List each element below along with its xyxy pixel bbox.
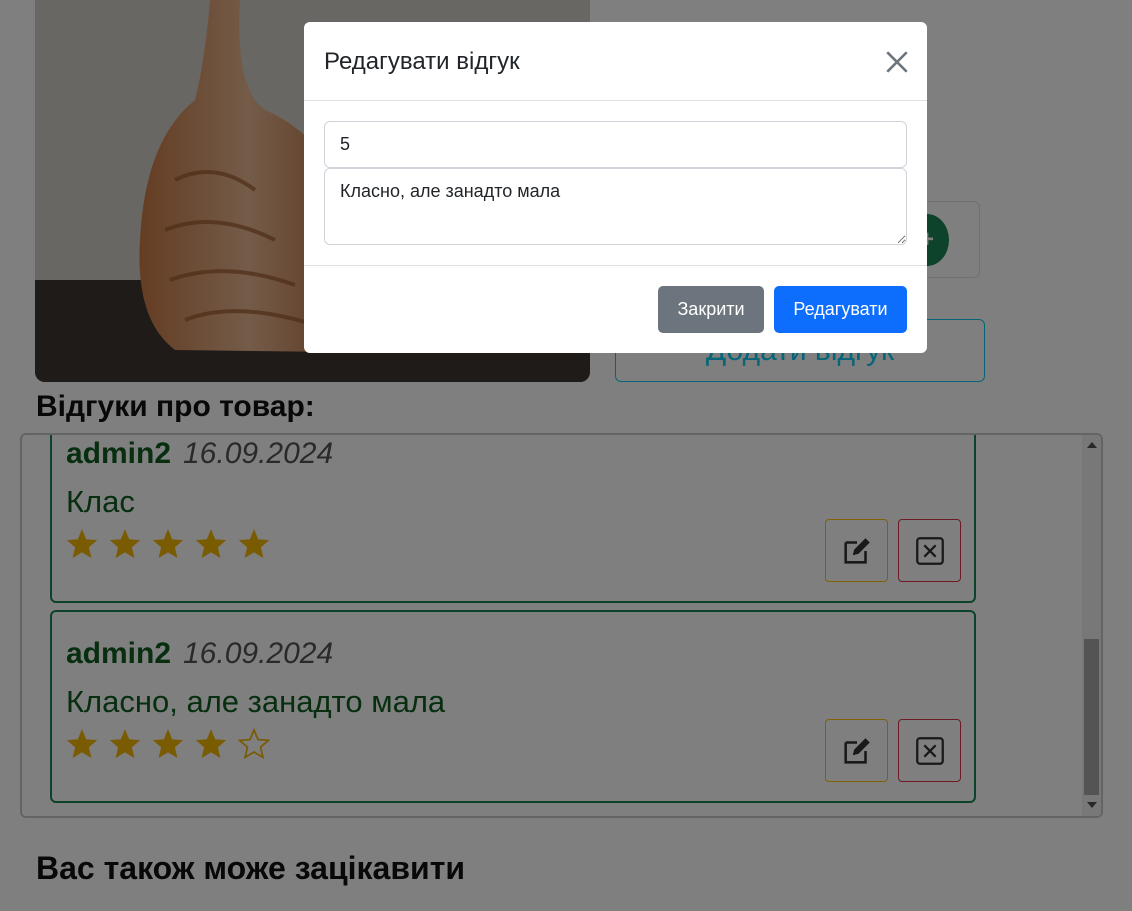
modal-header: Редагувати відгук [304,22,927,101]
save-edit-button[interactable]: Редагувати [774,286,907,333]
edit-review-modal: Редагувати відгук Класно, але занадто ма… [304,22,927,353]
modal-footer: Закрити Редагувати [304,266,927,353]
modal-close-button[interactable] [881,46,913,78]
modal-body: Класно, але занадто мала [304,101,927,266]
close-button[interactable]: Закрити [658,286,764,333]
modal-title: Редагувати відгук [324,48,520,75]
rating-input[interactable] [324,121,907,168]
close-icon [886,51,908,73]
comment-textarea[interactable]: Класно, але занадто мала [324,168,907,245]
